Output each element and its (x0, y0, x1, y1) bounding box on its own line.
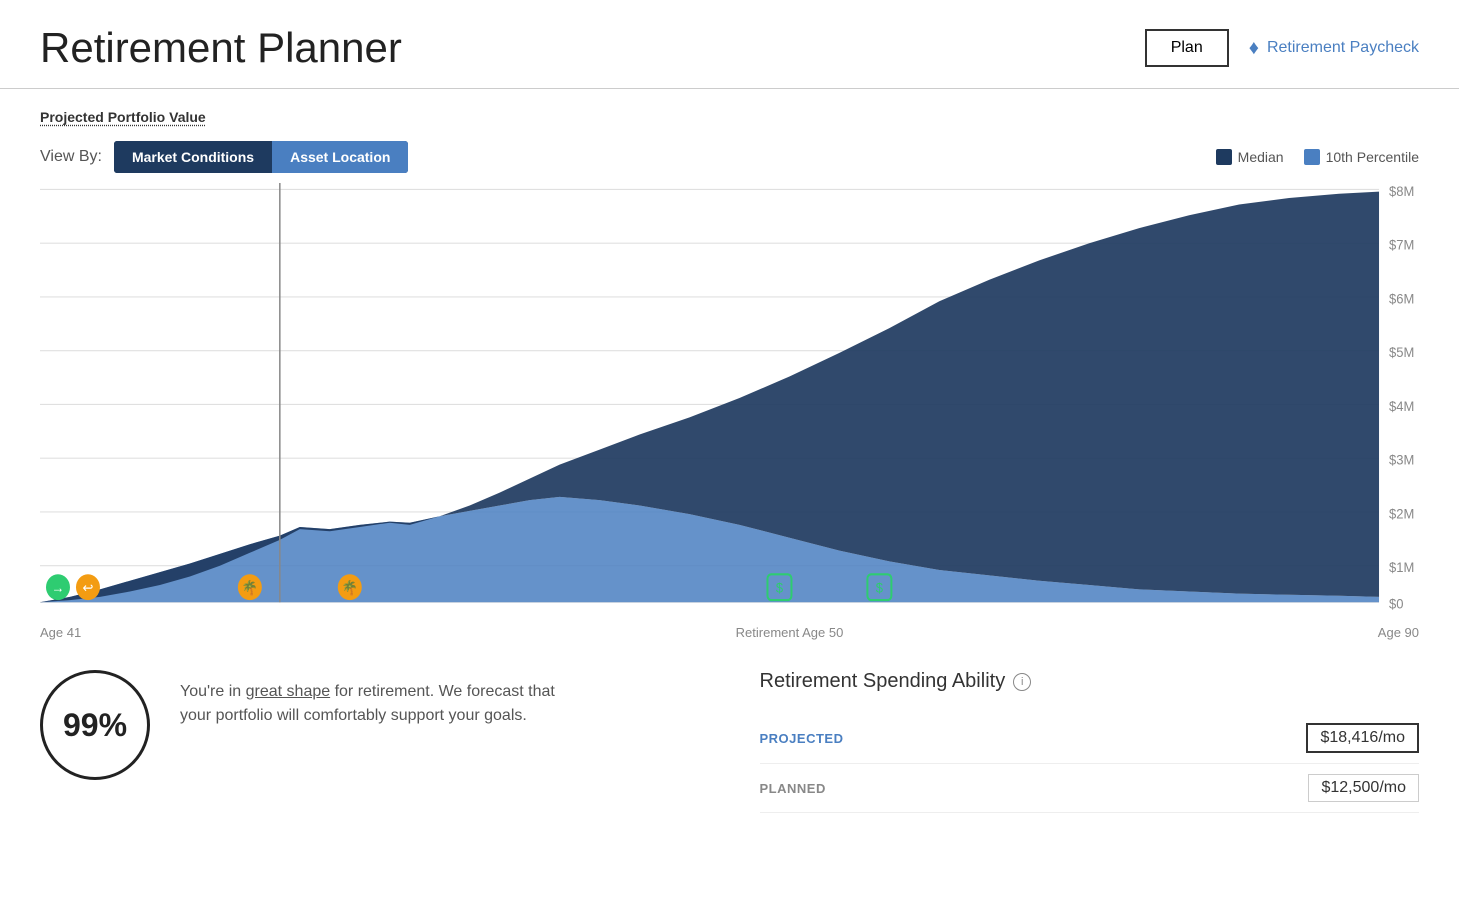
svg-text:$7M: $7M (1389, 237, 1414, 253)
svg-text:$0: $0 (1389, 596, 1403, 612)
svg-text:$1M: $1M (1389, 560, 1414, 576)
x-axis-right: Age 90 (1378, 625, 1419, 640)
median-label: Median (1238, 149, 1284, 165)
planned-label: PLANNED (760, 781, 826, 796)
x-axis-left: Age 41 (40, 625, 81, 640)
10th-label: 10th Percentile (1326, 149, 1419, 165)
spending-row-planned: PLANNED $12,500/mo (760, 764, 1420, 813)
svg-text:$4M: $4M (1389, 398, 1414, 414)
planned-value: $12,500/mo (1308, 774, 1419, 802)
score-circle: 99% (40, 670, 150, 780)
svg-text:$: $ (876, 580, 884, 596)
svg-text:$6M: $6M (1389, 291, 1414, 307)
10th-swatch (1304, 149, 1320, 165)
projected-value: $18,416/mo (1306, 723, 1419, 753)
tab-asset-location[interactable]: Asset Location (272, 141, 408, 173)
chart-legend: Median 10th Percentile (1216, 149, 1419, 165)
svg-text:$8M: $8M (1389, 183, 1414, 199)
retirement-paycheck-link[interactable]: ♦ Retirement Paycheck (1249, 37, 1419, 60)
projected-portfolio-label[interactable]: Projected Portfolio Value (40, 109, 1419, 125)
score-description: You're in great shape for retirement. We… (180, 670, 560, 728)
spending-section: Retirement Spending Ability i PROJECTED … (760, 670, 1420, 813)
svg-text:$: $ (776, 580, 784, 596)
paycheck-icon: ♦ (1249, 37, 1259, 60)
spending-title: Retirement Spending Ability i (760, 670, 1420, 693)
svg-text:🌴: 🌴 (342, 579, 358, 596)
page-title: Retirement Planner (40, 24, 402, 72)
plan-button[interactable]: Plan (1145, 29, 1229, 67)
view-by-row: View By: Market Conditions Asset Locatio… (40, 141, 1419, 173)
view-by-text: View By: (40, 148, 102, 166)
retirement-score-section: 99% You're in great shape for retirement… (40, 670, 700, 813)
svg-text:→: → (51, 580, 64, 596)
bottom-section: 99% You're in great shape for retirement… (40, 670, 1419, 813)
view-by-controls: View By: Market Conditions Asset Locatio… (40, 141, 408, 173)
score-text-underline: great shape (246, 683, 331, 700)
header-actions: Plan ♦ Retirement Paycheck (1145, 29, 1419, 67)
view-by-tabs: Market Conditions Asset Location (114, 141, 408, 173)
projected-label: PROJECTED (760, 731, 844, 746)
svg-text:↩: ↩ (83, 580, 94, 596)
legend-10th: 10th Percentile (1304, 149, 1419, 165)
score-value: 99% (63, 707, 127, 744)
chart-x-axis: Age 41 Retirement Age 50 Age 90 (40, 621, 1419, 640)
legend-median: Median (1216, 149, 1284, 165)
x-axis-middle: Retirement Age 50 (736, 625, 844, 640)
svg-text:$5M: $5M (1389, 345, 1414, 361)
portfolio-chart: $8M $7M $6M $5M $4M $3M $2M $1M $0 → ↩ (40, 183, 1419, 613)
svg-text:$3M: $3M (1389, 452, 1414, 468)
info-icon[interactable]: i (1013, 673, 1031, 691)
spending-row-projected: PROJECTED $18,416/mo (760, 713, 1420, 764)
median-swatch (1216, 149, 1232, 165)
svg-text:$2M: $2M (1389, 506, 1414, 522)
score-text-start: You're in (180, 683, 246, 700)
svg-text:🌴: 🌴 (242, 579, 258, 596)
tab-market-conditions[interactable]: Market Conditions (114, 141, 272, 173)
